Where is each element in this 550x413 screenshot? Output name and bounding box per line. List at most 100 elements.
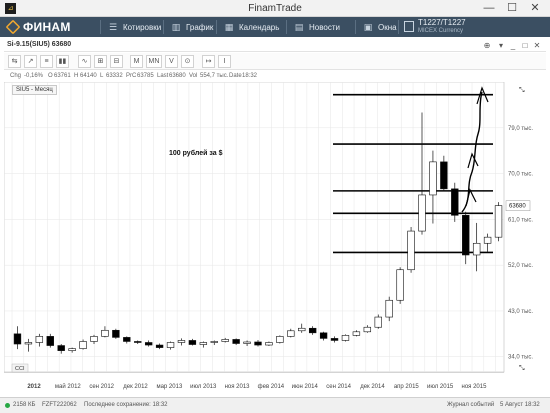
candle-down bbox=[144, 342, 153, 346]
candle-down bbox=[188, 340, 197, 345]
instrument-selector[interactable]: T1227/T1227 MICEX Currency bbox=[418, 18, 466, 34]
low-label: L bbox=[100, 73, 104, 79]
main-menubar: ФИНАМ ☰ Котировки ▥ График ▦ Календарь ▤ Нов… bbox=[0, 17, 550, 37]
maximize-button[interactable]: ☐ bbox=[501, 1, 523, 15]
candle-up bbox=[374, 316, 382, 328]
timeframe-mn-button[interactable]: MN bbox=[146, 55, 162, 68]
candle-down bbox=[57, 345, 65, 351]
menu-item-label: Календарь bbox=[239, 22, 280, 32]
x-tick-label: 2012 bbox=[27, 384, 41, 390]
menu-separator bbox=[398, 20, 399, 34]
candle-up bbox=[243, 341, 251, 344]
menu-item-calendar[interactable]: ▦ Календарь bbox=[224, 17, 280, 37]
indicator-tag: CCI bbox=[15, 366, 25, 372]
status-datetime: 5 Август 18:32 bbox=[500, 402, 540, 408]
x-tick-label: сен 2014 bbox=[326, 384, 351, 390]
candle-up bbox=[265, 342, 273, 346]
x-tick-label: май 2012 bbox=[55, 383, 81, 390]
menu-item-chart[interactable]: ▥ График bbox=[171, 17, 214, 37]
menu-item-label: Котировки bbox=[123, 22, 162, 32]
menu-item-quotes[interactable]: ☰ Котировки bbox=[108, 17, 161, 37]
series-label[interactable]: SIU5 - Месяц bbox=[12, 85, 57, 95]
candle-down bbox=[451, 188, 459, 216]
window-title: FinamTrade bbox=[248, 3, 302, 14]
candle-up bbox=[472, 242, 481, 256]
x-tick-label: июл 2013 bbox=[190, 384, 217, 390]
menu-item-label: График bbox=[186, 22, 214, 32]
zoom-out-button[interactable]: ⊟ bbox=[110, 55, 123, 68]
candle-down bbox=[462, 214, 470, 256]
chg-label: Chg bbox=[10, 73, 22, 79]
finam-logo[interactable]: ФИНАМ bbox=[5, 19, 71, 35]
candle-up bbox=[418, 194, 426, 232]
date-label: Date bbox=[229, 73, 242, 79]
candle-down bbox=[319, 332, 328, 339]
y-axis: 34,0 тыс. 43,0 тыс. 52,0 тыс. 61,0 тыс. 70,0… bbox=[505, 126, 533, 361]
x-tick-label: апр 2015 bbox=[394, 384, 420, 390]
candle-down bbox=[330, 338, 339, 341]
drawing-tool-button[interactable]: ↗ bbox=[24, 55, 37, 68]
x-tick-label: мар 2013 bbox=[156, 384, 182, 390]
candle-down bbox=[112, 329, 120, 338]
y-tick-label: 79,0 тыс. bbox=[508, 126, 533, 132]
candle-down bbox=[123, 337, 131, 342]
menu-item-label: Окна bbox=[378, 22, 397, 32]
panel-maximize-icon[interactable]: □ bbox=[520, 40, 530, 51]
memory-usage: 2158 КБ bbox=[13, 402, 36, 408]
y-tick-label: 34,0 тыс. bbox=[508, 355, 533, 361]
indicators-button[interactable]: ≡ bbox=[40, 55, 53, 68]
menu-item-windows[interactable]: ▣ Окна bbox=[363, 17, 397, 37]
candle-up bbox=[483, 236, 492, 244]
minimize-button[interactable]: — bbox=[478, 1, 500, 15]
candle-up bbox=[407, 230, 415, 271]
x-tick-label: фев 2014 bbox=[258, 384, 285, 390]
menu-separator bbox=[163, 20, 164, 34]
y-tick-label: 43,0 тыс. bbox=[508, 309, 533, 315]
event-journal-link[interactable]: Журнал событий bbox=[447, 402, 494, 408]
panel-minimize-icon[interactable]: _ bbox=[508, 40, 518, 51]
candle-down bbox=[46, 336, 54, 346]
candle-up bbox=[396, 269, 404, 301]
x-tick-label: сен 2012 bbox=[89, 384, 114, 390]
prc-value: 63785 bbox=[137, 73, 154, 79]
link-instrument-button[interactable]: ⇆ bbox=[8, 55, 21, 68]
cursor-button[interactable]: I bbox=[218, 55, 231, 68]
candle-up bbox=[363, 326, 372, 333]
vol-value: 554,7 тыс. bbox=[200, 73, 229, 79]
connection-status-icon bbox=[5, 403, 10, 408]
pin-icon[interactable]: ⊕ bbox=[482, 40, 492, 51]
expand-indicator-icon[interactable]: ⤡ bbox=[519, 364, 525, 372]
quote-infobar: Chg -0,16% O 63761 H 64140 L 63332 PrC 6… bbox=[4, 71, 546, 82]
instrument-icon bbox=[404, 21, 414, 32]
date-value: 18:32 bbox=[242, 73, 258, 79]
panel-close-icon[interactable]: ✕ bbox=[532, 40, 542, 51]
expand-chart-icon[interactable]: ⤡ bbox=[519, 86, 525, 94]
candle-down bbox=[440, 161, 448, 190]
menu-item-news[interactable]: ▤ Новости bbox=[294, 17, 340, 37]
zoom-in-button[interactable]: ⊞ bbox=[94, 55, 107, 68]
volume-button[interactable]: V bbox=[165, 55, 178, 68]
instrument-name: T1227/T1227 bbox=[418, 18, 466, 27]
high-label: H bbox=[74, 73, 79, 79]
menu-separator bbox=[355, 20, 356, 34]
candle-up bbox=[24, 342, 33, 345]
dropdown-icon[interactable]: ▾ bbox=[496, 40, 506, 51]
candle-down bbox=[308, 327, 317, 334]
candle-up bbox=[221, 339, 229, 342]
price-chart[interactable]: 34,0 тыс. 43,0 тыс. 52,0 тыс. 61,0 тыс. 70,0… bbox=[4, 82, 546, 396]
line-chart-button[interactable]: ∿ bbox=[78, 55, 91, 68]
candle-up bbox=[276, 336, 284, 343]
calendar-icon: ▦ bbox=[224, 22, 234, 32]
timeframe-month-button[interactable]: M bbox=[130, 55, 143, 68]
instrument-exchange: MICEX Currency bbox=[418, 28, 464, 34]
account-id: FZFT222062 bbox=[42, 402, 77, 408]
candle-up bbox=[210, 341, 218, 343]
last-value: 63680 bbox=[169, 73, 186, 79]
menu-separator bbox=[100, 20, 101, 34]
candle-up bbox=[35, 336, 44, 343]
chart-type-button[interactable]: ▮▮ bbox=[56, 55, 69, 68]
close-button[interactable]: ✕ bbox=[524, 1, 546, 15]
settings-button[interactable]: ⊙ bbox=[181, 55, 194, 68]
scroll-to-end-button[interactable]: ↦ bbox=[202, 55, 215, 68]
logo-text: ФИНАМ bbox=[23, 20, 71, 34]
